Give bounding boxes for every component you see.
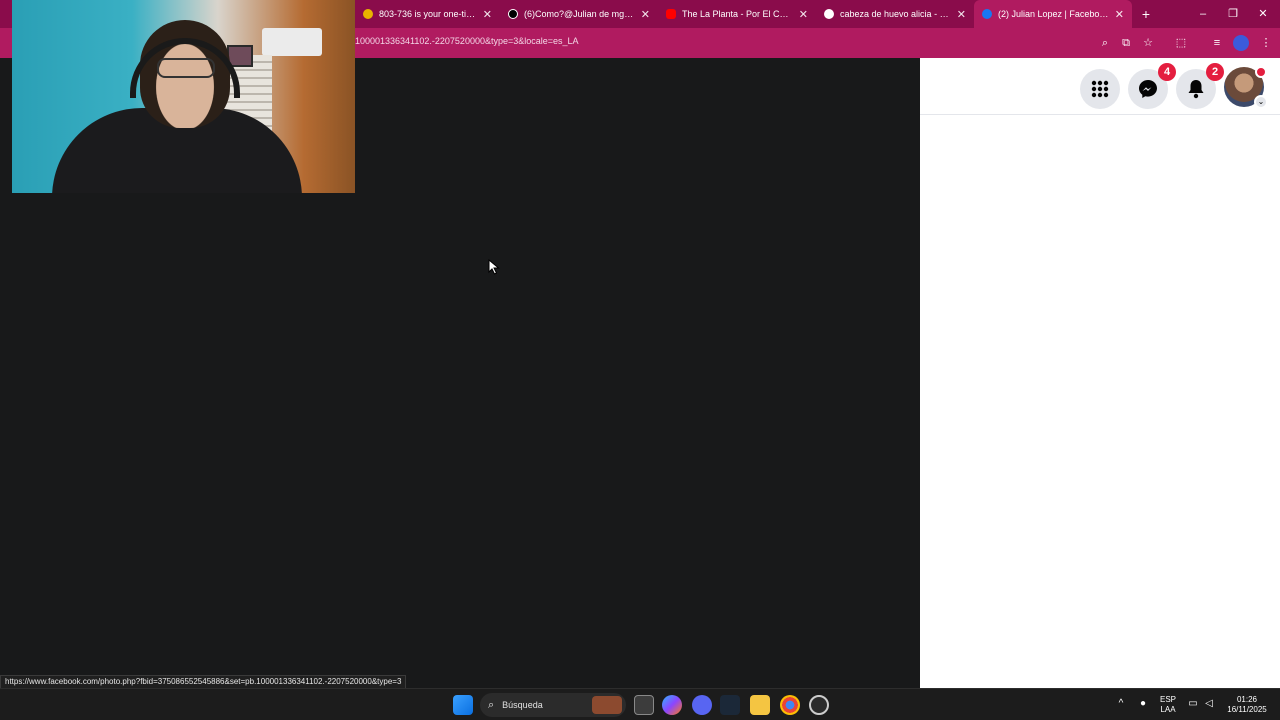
clock[interactable]: 01:26 16/11/2025 (1222, 689, 1272, 720)
glasses-shape (157, 58, 215, 78)
tab-title: 803-736 is your one-time verifi (379, 9, 477, 19)
air-conditioner-shape (262, 28, 322, 56)
youtube-icon (666, 9, 676, 19)
new-tab-button[interactable]: + (1136, 4, 1156, 24)
menu-grid-button[interactable] (1080, 69, 1120, 109)
close-tab-icon[interactable]: ✕ (799, 8, 808, 21)
menu-icon[interactable]: ⋮ (1258, 35, 1274, 51)
close-tab-icon[interactable]: ✕ (1115, 8, 1124, 21)
tab-title: The La Planta - Por El Contrario (682, 9, 793, 19)
start-icon[interactable] (453, 695, 473, 715)
status-dot-icon (1255, 66, 1267, 78)
google-icon (824, 9, 834, 19)
tab-title: (6)Como?@Julian de mg #foryo (524, 9, 635, 19)
grid-icon (1091, 80, 1109, 98)
facebook-top-bar: 4 2 ⌄ (920, 58, 1280, 115)
copilot-icon[interactable] (662, 695, 682, 715)
search-highlight-icon (592, 696, 622, 714)
search-label: Búsqueda (502, 700, 543, 710)
close-window-button[interactable]: ✕ (1248, 0, 1278, 28)
microphone-icon[interactable]: ● (1136, 698, 1150, 709)
profile-avatar[interactable]: ⌄ (1224, 66, 1268, 109)
messenger-badge: 4 (1158, 63, 1176, 81)
media-icon[interactable]: ≡ (1209, 35, 1225, 51)
clock-time: 01:26 (1236, 695, 1258, 704)
windows-taskbar: ⌕ Búsqueda ^ ● ESP LAA ▭ ◁ 01:26 16/11/2… (0, 688, 1280, 720)
tab-title: (2) Julian Lopez | Facebook (998, 9, 1109, 19)
webcam-overlay (12, 0, 355, 193)
mouse-cursor-icon (488, 259, 500, 275)
facebook-side-panel: 4 2 ⌄ (920, 58, 1280, 688)
profile-icon[interactable] (1233, 35, 1249, 51)
tab-facebook[interactable]: (2) Julian Lopez | Facebook ✕ (974, 0, 1132, 28)
discord-icon[interactable] (692, 695, 712, 715)
language-bottom: LAA (1160, 705, 1176, 714)
clock-date: 16/11/2025 (1227, 705, 1267, 714)
screen: 803-736 is your one-time verifi ✕ (6)Com… (0, 0, 1280, 720)
facebook-icon (982, 9, 992, 19)
steam-icon[interactable] (720, 695, 740, 715)
messenger-button[interactable]: 4 (1128, 63, 1176, 109)
tiktok-icon (508, 9, 518, 19)
search-icon: ⌕ (488, 698, 495, 711)
chevron-down-icon[interactable]: ⌄ (1254, 95, 1268, 109)
close-tab-icon[interactable]: ✕ (483, 8, 492, 21)
cast-icon[interactable]: ⧉ (1118, 35, 1134, 51)
zoom-icon[interactable]: ⌕ (1097, 35, 1113, 51)
language-indicator[interactable]: ESP LAA (1158, 689, 1178, 720)
task-view-icon[interactable] (634, 695, 654, 715)
tab-favicon-icon (363, 9, 373, 19)
close-tab-icon[interactable]: ✕ (641, 8, 650, 21)
network-icon[interactable]: ▭ (1186, 698, 1200, 709)
language-top: ESP (1159, 695, 1176, 704)
restore-button[interactable]: ❐ (1218, 0, 1248, 28)
bell-icon (1188, 80, 1204, 99)
messenger-icon (1139, 80, 1157, 98)
tab-verification[interactable]: 803-736 is your one-time verifi ✕ (355, 0, 500, 28)
volume-icon[interactable]: ◁ (1202, 698, 1216, 709)
extensions-icon[interactable]: ⬚ (1173, 35, 1189, 51)
minimize-button[interactable]: – (1188, 0, 1218, 28)
close-tab-icon[interactable]: ✕ (957, 8, 966, 21)
app-icon[interactable] (809, 695, 829, 715)
tab-tiktok[interactable]: (6)Como?@Julian de mg #foryo ✕ (500, 0, 658, 28)
notifications-badge: 2 (1206, 63, 1224, 81)
tab-title: cabeza de huevo alicia - Buscar (840, 9, 951, 19)
tray-chevron-icon[interactable]: ^ (1114, 698, 1128, 709)
file-explorer-icon[interactable] (750, 695, 770, 715)
chrome-icon[interactable] (780, 695, 800, 715)
url-field[interactable]: 100001336341102.-2207520000&type=3&local… (355, 36, 579, 46)
star-icon[interactable]: ☆ (1140, 35, 1156, 51)
tab-youtube[interactable]: The La Planta - Por El Contrario ✕ (658, 0, 816, 28)
tab-google-search[interactable]: cabeza de huevo alicia - Buscar ✕ (816, 0, 974, 28)
status-url-tooltip: https://www.facebook.com/photo.php?fbid=… (0, 675, 407, 689)
notifications-button[interactable]: 2 (1176, 63, 1224, 109)
